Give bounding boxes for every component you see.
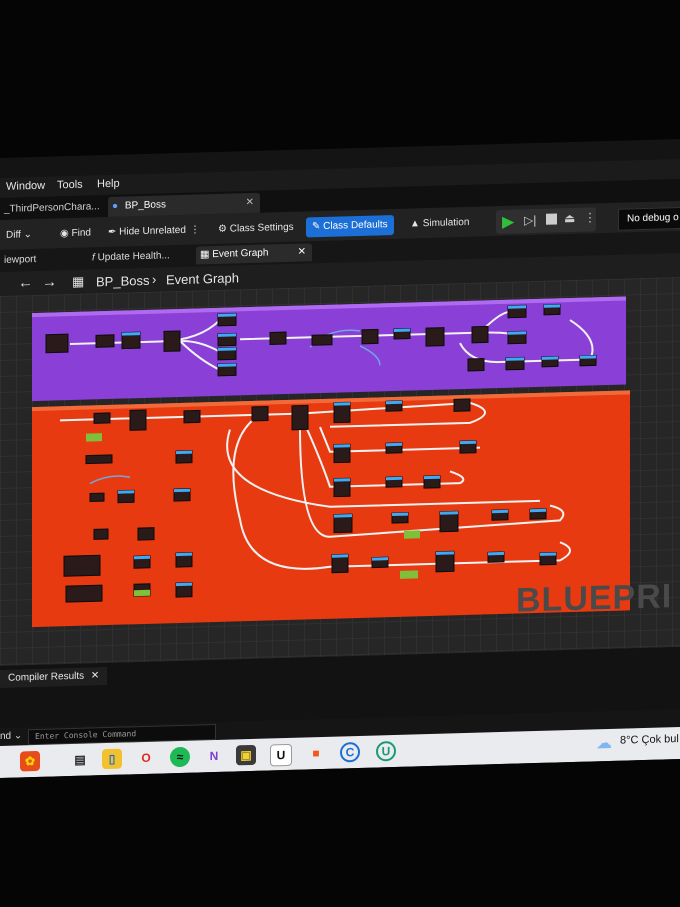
blueprint-watermark: BLUEPRI (516, 577, 673, 620)
hide-unrelated-button[interactable]: ✒ Hide Unrelated (102, 221, 192, 244)
diff-button[interactable]: Diff ⌄ (0, 225, 38, 246)
person-icon: ● (112, 200, 119, 212)
console-mode-dropdown[interactable]: nd ⌄ (0, 730, 22, 742)
debug-filter-dropdown[interactable]: No debug o (618, 206, 680, 231)
file-explorer-icon[interactable]: ▯ (102, 748, 122, 770)
tab-label: BP_Boss (124, 199, 166, 212)
more-options-icon[interactable]: ⋮ (190, 221, 200, 241)
tab-update-health[interactable]: f Update Health... (88, 247, 196, 268)
chevron-down-icon: ⌄ (13, 730, 23, 742)
forward-arrow-icon[interactable]: → (42, 273, 57, 290)
close-icon[interactable]: ✕ (246, 193, 254, 213)
back-arrow-icon[interactable]: ← (18, 274, 33, 291)
opera-icon[interactable]: O (136, 748, 156, 769)
event-graph-canvas[interactable]: BLUEPRI (0, 277, 680, 666)
start-flower-icon[interactable]: ✿ (20, 750, 40, 772)
weather-text[interactable]: 8°C Çok bul (620, 733, 679, 747)
image-viewer-icon[interactable]: ▣ (236, 744, 256, 766)
gear-icon: ⚙ (218, 223, 227, 235)
binoculars-icon: ◉ (60, 228, 69, 240)
more-options-icon[interactable]: ⋮ (584, 210, 596, 224)
step-icon[interactable]: ▷| (524, 213, 536, 227)
unreal-engine-icon[interactable]: U (270, 743, 292, 767)
function-icon: f (92, 252, 95, 264)
simulation-icon: ▲ (410, 218, 420, 230)
tab-compiler-results[interactable]: Compiler Results ✕ (0, 667, 108, 688)
spotify-icon[interactable]: ≈ (170, 746, 190, 768)
chevron-down-icon: ⌄ (23, 229, 32, 241)
office-icon[interactable]: ■ (306, 743, 326, 764)
tab-label: _ThirdPersonChara... (4, 201, 100, 215)
stop-icon[interactable] (546, 213, 557, 225)
menu-window[interactable]: Window (6, 180, 45, 193)
play-icon[interactable]: ▶ (502, 212, 514, 232)
close-icon[interactable]: ✕ (91, 670, 99, 681)
app-u-icon[interactable]: U (376, 740, 396, 762)
play-controls: ▶ ▷| ⏏ ⋮ (496, 207, 596, 235)
eject-icon[interactable]: ⏏ (564, 211, 575, 225)
close-icon[interactable]: ✕ (298, 243, 306, 261)
tab-event-graph[interactable]: ▦ Event Graph ✕ (196, 243, 312, 265)
weather-icon[interactable]: ☁ (596, 733, 612, 753)
breadcrumb-root[interactable]: BP_Boss (96, 273, 149, 289)
class-settings-button[interactable]: ⚙ Class Settings (212, 218, 300, 240)
screen: Window Tools Help _ThirdPersonChara... ●… (0, 139, 680, 779)
menu-tools[interactable]: Tools (57, 179, 83, 192)
blueprint-icon: ▦ (72, 273, 85, 289)
breadcrumb-separator: › (152, 271, 157, 287)
hide-icon: ✒ (108, 226, 117, 238)
app-c-icon[interactable]: C (340, 741, 360, 763)
menu-help[interactable]: Help (97, 178, 120, 191)
graph-icon: ▦ (200, 249, 210, 261)
simulation-button[interactable]: ▲ Simulation (404, 213, 475, 235)
class-defaults-button[interactable]: ✎ Class Defaults (306, 215, 394, 238)
breadcrumb-current: Event Graph (166, 270, 239, 288)
tab-viewport[interactable]: iewport (0, 250, 74, 270)
pencil-icon: ✎ (312, 221, 321, 233)
visual-studio-icon[interactable]: N (204, 746, 224, 767)
find-button[interactable]: ◉ Find (54, 223, 97, 244)
task-view-icon[interactable]: ▤ (70, 749, 90, 770)
